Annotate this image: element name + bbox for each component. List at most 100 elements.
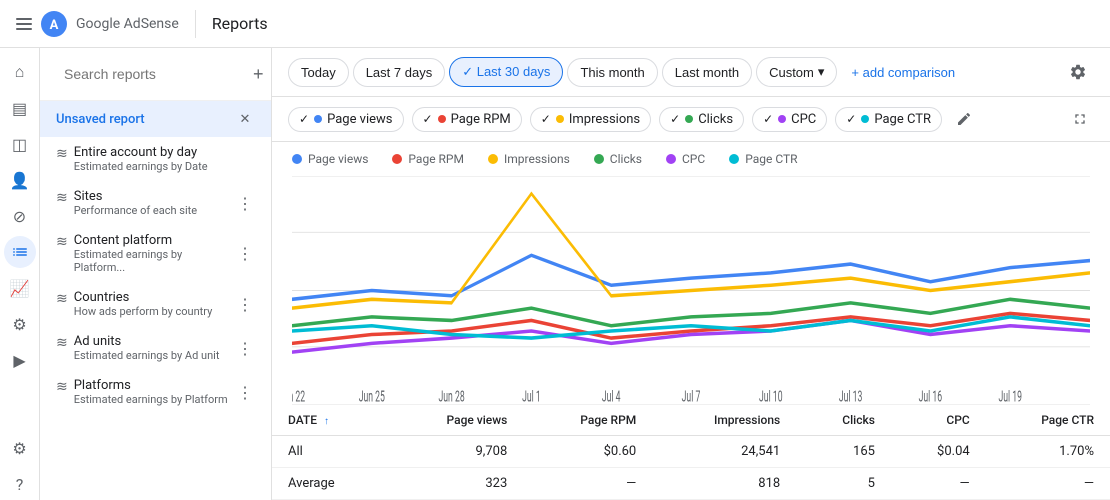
report-name: Platforms (74, 378, 228, 393)
report-icon: ≋ (56, 379, 68, 395)
avg-page-rpm-cell: — (523, 468, 652, 500)
report-name: Entire account by day (74, 145, 208, 160)
sidebar-item-platforms[interactable]: ≋ Platforms Estimated earnings by Platfo… (40, 370, 271, 414)
more-options-button[interactable]: ⋮ (235, 192, 255, 215)
sidebar-active-item[interactable]: Unsaved report ✕ (40, 101, 271, 137)
cpc-column-header[interactable]: CPC (891, 405, 986, 436)
more-options-button[interactable]: ⋮ (235, 242, 255, 265)
page-views-column-header[interactable]: Page views (387, 405, 523, 436)
metric-chip-cpc[interactable]: ✓ CPC (752, 107, 827, 132)
metric-chip-impressions[interactable]: ✓ Impressions (530, 107, 651, 132)
sidebar-item-countries[interactable]: ≋ Countries How ads perform by country ⋮ (40, 282, 271, 326)
metric-label: Page views (327, 112, 392, 127)
svg-text:Jun 22: Jun 22 (292, 388, 305, 405)
help-icon[interactable]: ? (4, 468, 36, 500)
navbar: A Google AdSense Reports (0, 0, 1110, 48)
sidebar-search-bar: + (40, 48, 271, 101)
metric-chip-page-ctr[interactable]: ✓ Page CTR (835, 107, 942, 132)
edit-metrics-button[interactable] (950, 105, 978, 133)
legend-label: Page RPM (408, 152, 464, 166)
users-icon[interactable]: 👤 (4, 164, 36, 196)
more-options-button[interactable]: ⋮ (235, 337, 255, 360)
report-settings-button[interactable] (1062, 56, 1094, 88)
all-page-rpm-cell: $0.60 (523, 436, 652, 468)
close-active-item-button[interactable]: ✕ (235, 109, 255, 129)
metric-chip-page-views[interactable]: ✓ Page views (288, 107, 404, 132)
avg-clicks-cell: 5 (796, 468, 891, 500)
custom-filter-button[interactable]: Custom ▾ (756, 57, 837, 87)
sidebar-item-sites[interactable]: ≋ Sites Performance of each site ⋮ (40, 181, 271, 225)
page-rpm-column-header[interactable]: Page RPM (523, 405, 652, 436)
metric-chip-page-rpm[interactable]: ✓ Page RPM (412, 107, 522, 132)
report-icon: ≋ (56, 190, 68, 206)
experiments-icon[interactable]: ⚙ (4, 308, 36, 340)
last7-filter-button[interactable]: Last 7 days (353, 58, 446, 87)
legend-page-rpm: Page RPM (392, 152, 464, 166)
add-report-button[interactable]: + (253, 60, 264, 88)
sites-icon[interactable]: ◫ (4, 128, 36, 160)
legend-label: Impressions (504, 152, 570, 166)
impressions-column-header[interactable]: Impressions (652, 405, 796, 436)
svg-text:Jul 16: Jul 16 (919, 388, 943, 405)
sidebar-item-ad-units[interactable]: ≋ Ad units Estimated earnings by Ad unit… (40, 326, 271, 370)
analytics-icon[interactable]: 📈 (4, 272, 36, 304)
avg-impressions-cell: 818 (652, 468, 796, 500)
metric-label: CPC (791, 112, 816, 127)
legend-label: CPC (682, 152, 705, 166)
menu-icon[interactable] (16, 18, 32, 30)
this-month-filter-button[interactable]: This month (567, 58, 657, 87)
block-icon[interactable]: ⊘ (4, 200, 36, 232)
report-icon: ≋ (56, 234, 68, 250)
icon-rail: ⌂ ▤ ◫ 👤 ⊘ 📈 ⚙ ▶ ⚙ ? (0, 48, 40, 500)
report-desc: Estimated earnings by Ad unit (74, 349, 220, 362)
report-desc: Estimated earnings by Platform (74, 393, 228, 406)
metric-chip-clicks[interactable]: ✓ Clicks (659, 107, 744, 132)
content-icon[interactable]: ▤ (4, 92, 36, 124)
sidebar: + Unsaved report ✕ ≋ Entire account by d… (40, 48, 272, 500)
check-icon: ✓ (763, 112, 773, 126)
last-month-filter-button[interactable]: Last month (662, 58, 752, 87)
clicks-column-header[interactable]: Clicks (796, 405, 891, 436)
all-page-views-cell: 9,708 (387, 436, 523, 468)
video-icon[interactable]: ▶ (4, 344, 36, 376)
check-icon: ✓ (541, 112, 551, 126)
reports-icon[interactable] (4, 236, 36, 268)
today-filter-button[interactable]: Today (288, 58, 349, 87)
data-table-wrapper: DATE ↑ Page views Page RPM Impressions C… (272, 405, 1110, 500)
all-impressions-cell: 24,541 (652, 436, 796, 468)
page-views-legend-dot (292, 154, 302, 164)
svg-text:Jun 28: Jun 28 (439, 388, 465, 405)
all-cpc-cell: $0.04 (891, 436, 986, 468)
add-comparison-button[interactable]: + add comparison (841, 59, 965, 86)
last30-filter-button[interactable]: ✓ Last 30 days (449, 57, 563, 87)
legend-page-views: Page views (292, 152, 368, 166)
active-item-label: Unsaved report (56, 112, 145, 127)
report-name: Ad units (74, 334, 220, 349)
settings-icon[interactable]: ⚙ (4, 432, 36, 464)
clicks-legend-dot (594, 154, 604, 164)
svg-text:Jun 25: Jun 25 (359, 388, 385, 405)
page-views-dot (314, 115, 322, 123)
check-icon: ✓ (846, 112, 856, 126)
sidebar-item-content-platform[interactable]: ≋ Content platform Estimated earnings by… (40, 225, 271, 282)
app-name-label: Google AdSense (76, 16, 179, 32)
page-rpm-dot (438, 115, 446, 123)
expand-chart-button[interactable] (1066, 105, 1094, 133)
impressions-legend-dot (488, 154, 498, 164)
report-name: Content platform (74, 233, 235, 248)
more-options-button[interactable]: ⋮ (235, 293, 255, 316)
more-options-button[interactable]: ⋮ (235, 381, 255, 404)
home-icon[interactable]: ⌂ (4, 56, 36, 88)
date-column-header[interactable]: DATE ↑ (272, 405, 387, 436)
page-ctr-column-header[interactable]: Page CTR (986, 405, 1110, 436)
data-table: DATE ↑ Page views Page RPM Impressions C… (272, 405, 1110, 500)
search-input[interactable] (64, 66, 245, 82)
page-ctr-legend-dot (729, 154, 739, 164)
sidebar-item-entire-account[interactable]: ≋ Entire account by day Estimated earnin… (40, 137, 271, 181)
svg-text:Jul 4: Jul 4 (602, 388, 621, 405)
legend-page-ctr: Page CTR (729, 152, 797, 166)
svg-text:Jul 7: Jul 7 (682, 388, 701, 405)
check-icon: ✓ (299, 112, 309, 126)
report-desc: Estimated earnings by Platform... (74, 248, 235, 274)
table-header-row: DATE ↑ Page views Page RPM Impressions C… (272, 405, 1110, 436)
